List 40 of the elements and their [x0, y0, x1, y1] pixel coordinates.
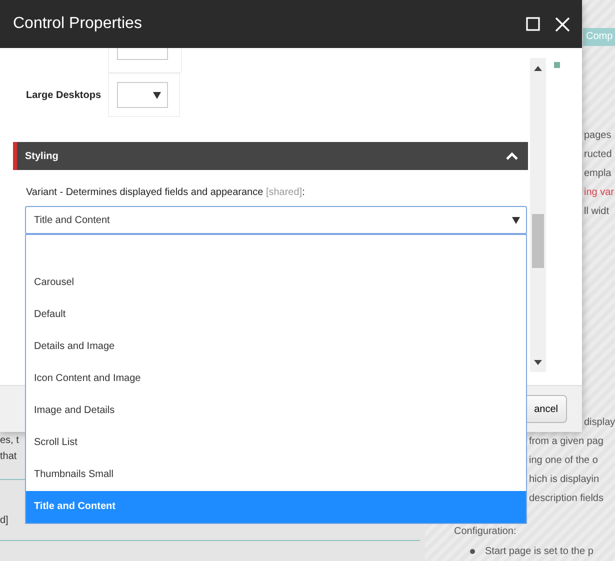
close-icon[interactable] — [555, 16, 570, 32]
text-line: ll widt — [584, 205, 610, 219]
dropdown-option[interactable]: Default — [26, 299, 526, 331]
text-line: display — [584, 416, 615, 430]
section-title: Styling — [25, 150, 58, 162]
text-line: es, t — [0, 434, 19, 448]
dropdown-option[interactable]: Scroll List — [26, 427, 526, 459]
scroll-down-icon[interactable] — [534, 360, 542, 365]
text-line: pages — [584, 129, 612, 143]
scroll-up-icon[interactable] — [534, 66, 542, 71]
chevron-up-icon — [506, 152, 518, 160]
dropdown-option[interactable]: Carousel — [26, 267, 526, 299]
text-line: from a given pag — [529, 435, 604, 449]
dropdown-arrow-icon — [512, 216, 520, 224]
section-header[interactable]: Styling — [13, 142, 528, 170]
text-line: that — [0, 450, 18, 464]
text-line: description fields — [529, 492, 604, 506]
text-line: empla — [584, 167, 612, 181]
scrollbar[interactable] — [530, 58, 546, 372]
scroll-thumb[interactable] — [532, 214, 544, 268]
maximize-icon[interactable] — [526, 17, 540, 31]
link[interactable]: ing var — [584, 183, 614, 202]
select-field[interactable] — [117, 48, 168, 60]
dropdown-arrow-icon — [153, 92, 161, 98]
text-line: ructed — [584, 148, 613, 162]
text-line: Start page is set to the p — [485, 545, 594, 559]
bullet-icon — [470, 549, 475, 554]
select-field[interactable]: Title and Content — [25, 206, 527, 234]
select-field[interactable] — [117, 82, 168, 108]
text-line: d] — [0, 515, 8, 526]
status-square-icon — [554, 62, 560, 68]
field-label: Variant - Determines displayed fields and appearance [shared]: — [26, 187, 306, 198]
dropdown-option[interactable]: Icon Content and Image — [26, 363, 526, 395]
text-line: hich is displayin — [529, 473, 600, 487]
dropdown-option[interactable]: Details and Image — [26, 331, 526, 363]
dropdown-option[interactable]: Thumbnails Small — [26, 459, 526, 491]
field-label: Large Desktops — [25, 90, 102, 100]
heading: Configuration: — [454, 526, 516, 537]
text-line: ing one of the o — [529, 454, 598, 468]
window-title: Control Properties — [13, 15, 143, 33]
